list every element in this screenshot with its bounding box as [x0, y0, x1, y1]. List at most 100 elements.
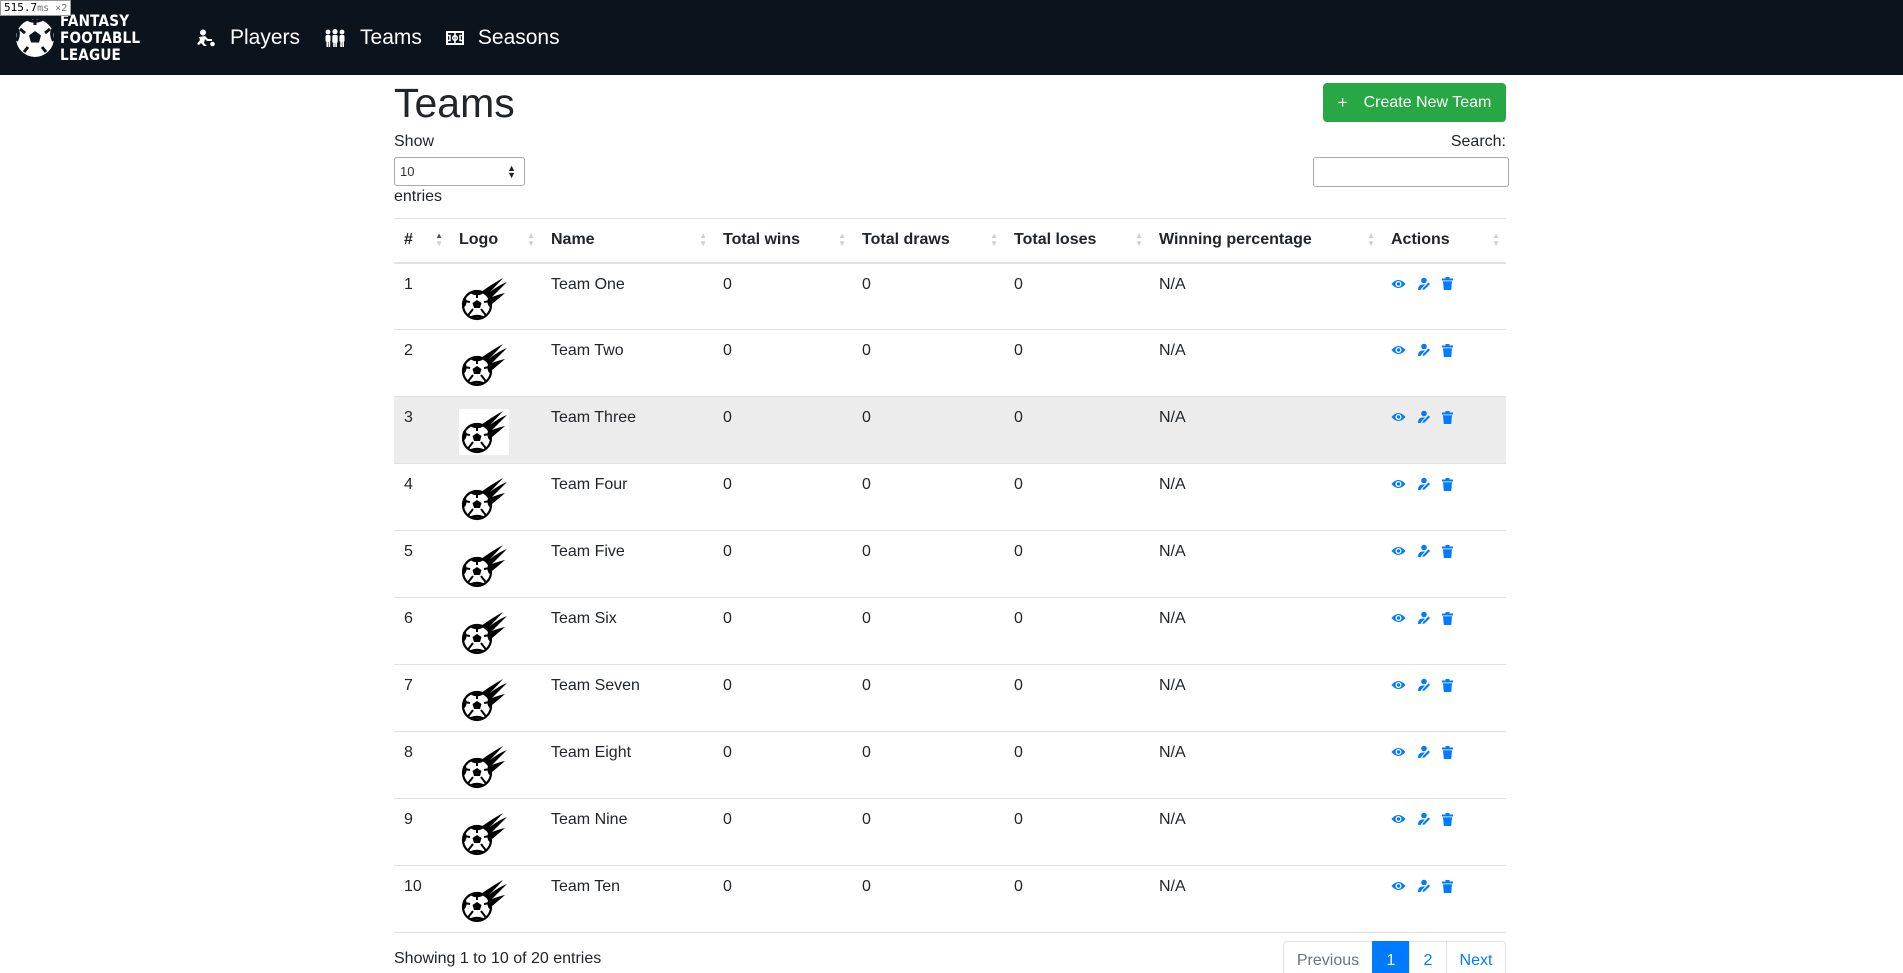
- cell-total-draws: 0: [862, 811, 871, 828]
- cell-name: Team Eight: [551, 744, 632, 761]
- cell-logo: [449, 665, 541, 732]
- select-arrows-icon: ▲ ▼: [507, 162, 516, 180]
- pagination-next[interactable]: Next: [1446, 941, 1506, 973]
- column-header-number[interactable]: # ▲ ▼: [394, 219, 449, 263]
- column-header-winning-percentage[interactable]: Winning percentage ▲ ▼: [1149, 219, 1381, 263]
- table-row[interactable]: 10 Team Ten 0 0 0 N/A: [394, 866, 1506, 933]
- cell-winning-percentage: N/A: [1159, 878, 1186, 895]
- cell-winning-percentage: N/A: [1159, 543, 1186, 560]
- table-row[interactable]: 5 Team Five 0 0 0 N/A: [394, 531, 1506, 598]
- cell-winning-percentage: N/A: [1159, 610, 1186, 627]
- cell-total-wins: 0: [723, 543, 732, 560]
- create-new-team-button[interactable]: + Create New Team: [1323, 83, 1506, 122]
- column-header-actions[interactable]: Actions ▲ ▼: [1381, 219, 1506, 263]
- entries-per-page-select[interactable]: 10 ▲ ▼: [394, 157, 525, 186]
- cell-total-loses: 0: [1014, 677, 1023, 694]
- view-icon[interactable]: [1391, 545, 1406, 557]
- view-icon[interactable]: [1391, 679, 1406, 691]
- delete-icon[interactable]: [1442, 477, 1453, 491]
- player-icon: [197, 29, 215, 46]
- pagination-page-1[interactable]: 1: [1372, 941, 1410, 973]
- teams-table: # ▲ ▼ Logo ▲ ▼ Name ▲ ▼ Total wins ▲ ▼ Total dra…: [394, 218, 1506, 933]
- edit-icon[interactable]: [1417, 678, 1431, 692]
- cell-winning-percentage: N/A: [1159, 811, 1186, 828]
- table-row[interactable]: 8 Team Eight 0 0 0 N/A: [394, 732, 1506, 799]
- column-header-total-loses[interactable]: Total loses ▲ ▼: [1004, 219, 1149, 263]
- edit-icon[interactable]: [1417, 277, 1431, 291]
- view-icon[interactable]: [1391, 344, 1406, 356]
- column-header-label: Logo: [459, 231, 499, 249]
- delete-icon[interactable]: [1442, 812, 1453, 826]
- cell-winning-percentage: N/A: [1159, 275, 1186, 293]
- pagination-page-2[interactable]: 2: [1409, 941, 1447, 973]
- view-icon[interactable]: [1391, 880, 1406, 892]
- delete-icon[interactable]: [1442, 678, 1453, 692]
- edit-icon[interactable]: [1417, 477, 1431, 491]
- pagination-previous[interactable]: Previous: [1283, 941, 1373, 973]
- sort-icon: ▲ ▼: [1367, 231, 1375, 249]
- cell-total-wins: 0: [723, 342, 732, 359]
- table-row[interactable]: 7 Team Seven 0 0 0 N/A: [394, 665, 1506, 732]
- team-logo-icon: [459, 744, 509, 790]
- column-header-label: Total draws: [862, 231, 950, 249]
- column-header-logo[interactable]: Logo ▲ ▼: [449, 219, 541, 263]
- view-icon[interactable]: [1391, 278, 1406, 290]
- table-row[interactable]: 6 Team Six 0 0 0 N/A: [394, 598, 1506, 665]
- page-title: Teams: [394, 80, 515, 126]
- table-info: Showing 1 to 10 of 20 entries: [394, 950, 602, 967]
- delete-icon[interactable]: [1442, 745, 1453, 759]
- view-icon[interactable]: [1391, 746, 1406, 758]
- table-row[interactable]: 3 Team Three 0 0 0 N/A: [394, 396, 1506, 464]
- view-icon[interactable]: [1391, 411, 1406, 423]
- column-header-label: Winning percentage: [1159, 231, 1312, 249]
- cell-number: 6: [404, 610, 413, 627]
- delete-icon[interactable]: [1442, 277, 1453, 290]
- delete-icon[interactable]: [1442, 611, 1453, 625]
- cell-total-loses: 0: [1014, 275, 1023, 293]
- plus-icon: +: [1337, 92, 1348, 112]
- delete-icon[interactable]: [1442, 544, 1453, 558]
- view-icon[interactable]: [1391, 478, 1406, 490]
- nav-link-label: Players: [230, 25, 301, 49]
- cell-actions: [1381, 866, 1506, 933]
- edit-icon[interactable]: [1417, 410, 1431, 424]
- cell-name: Team Seven: [551, 677, 640, 694]
- team-logo-icon: [459, 677, 509, 723]
- cell-total-loses: 0: [1014, 878, 1023, 895]
- cell-number: 9: [404, 811, 413, 828]
- cell-total-loses: 0: [1014, 476, 1023, 493]
- sort-icon: ▲ ▼: [838, 231, 846, 249]
- cell-logo: [449, 732, 541, 799]
- edit-icon[interactable]: [1417, 745, 1431, 759]
- edit-icon[interactable]: [1417, 343, 1431, 357]
- navbar: FANTASY FOOTABLL LEAGUE Players Teams Se…: [0, 0, 1903, 75]
- column-header-label: Actions: [1391, 231, 1450, 249]
- table-row[interactable]: 4 Team Four 0 0 0 N/A: [394, 464, 1506, 531]
- table-row[interactable]: 2 Team Two 0 0 0 N/A: [394, 330, 1506, 397]
- column-header-name[interactable]: Name ▲ ▼: [541, 219, 713, 263]
- edit-icon[interactable]: [1417, 812, 1431, 826]
- delete-icon[interactable]: [1442, 343, 1453, 357]
- column-header-total-draws[interactable]: Total draws ▲ ▼: [852, 219, 1004, 263]
- column-header-total-wins[interactable]: Total wins ▲ ▼: [713, 219, 852, 263]
- nav-link-seasons[interactable]: Seasons: [445, 26, 560, 50]
- table-body: 1 Team One 0 0 0 N/A 2 Team Two 0 0 0 N/…: [394, 263, 1506, 933]
- search-label: Search:: [1450, 133, 1506, 150]
- edit-icon[interactable]: [1417, 879, 1431, 893]
- brand[interactable]: FANTASY FOOTABLL LEAGUE: [14, 12, 152, 63]
- search-input[interactable]: [1313, 157, 1509, 187]
- brand-text: FANTASY FOOTABLL LEAGUE: [60, 11, 140, 63]
- view-icon[interactable]: [1391, 813, 1406, 825]
- nav-link-teams[interactable]: Teams: [324, 26, 422, 50]
- delete-icon[interactable]: [1442, 410, 1453, 424]
- team-logo-icon: [459, 610, 509, 656]
- view-icon[interactable]: [1391, 612, 1406, 624]
- delete-icon[interactable]: [1442, 879, 1453, 893]
- pagination: Previous 1 2 Next: [1283, 941, 1506, 973]
- table-row[interactable]: 1 Team One 0 0 0 N/A: [394, 263, 1506, 330]
- edit-icon[interactable]: [1417, 544, 1431, 558]
- edit-icon[interactable]: [1417, 611, 1431, 625]
- table-row[interactable]: 9 Team Nine 0 0 0 N/A: [394, 799, 1506, 866]
- brand-line: FANTASY: [60, 11, 130, 30]
- nav-link-players[interactable]: Players: [196, 26, 300, 50]
